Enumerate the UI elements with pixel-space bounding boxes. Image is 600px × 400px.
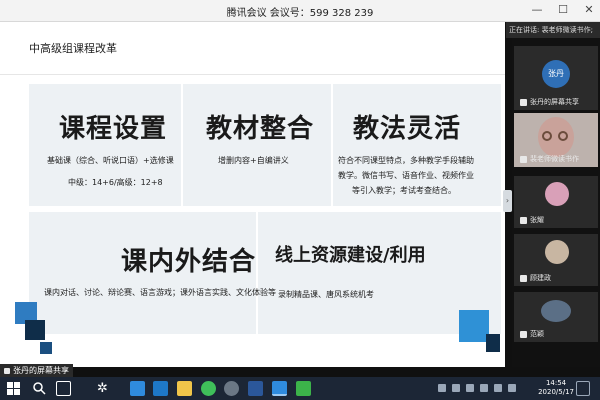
word-icon[interactable] <box>248 381 263 396</box>
participant-tile[interactable]: 张耀 <box>514 176 598 228</box>
tray-icon[interactable] <box>466 384 474 392</box>
decor-square <box>486 334 500 352</box>
participant-tile[interactable]: 顾建政 <box>514 234 598 286</box>
participant-name: 范颖 <box>520 329 544 339</box>
participant-tile[interactable]: 范颖 <box>514 292 598 342</box>
participant-name: 张耀 <box>520 215 544 225</box>
cell-text: 教学。微信书写、语音作业、视频作业 <box>338 171 474 180</box>
microphone-muted-icon <box>520 274 527 282</box>
taskbar: ✲ 14:54 2020/5/17 <box>0 377 600 400</box>
folder-icon[interactable] <box>177 381 192 396</box>
avatar <box>545 240 569 264</box>
participant-tile[interactable]: 裴老师微读书作 <box>514 113 598 167</box>
screen-share-label: 张丹的屏幕共享 <box>0 364 73 377</box>
clock-time: 14:54 <box>545 379 567 387</box>
cell-text: 录制精品课、唐风系统机考 <box>278 290 374 299</box>
window-controls: — ☐ ✕ <box>530 3 596 17</box>
cell-text: 符合不同课型特点，多种教学手段辅助 <box>338 156 474 165</box>
glasses-icon <box>558 131 568 141</box>
slide-title: 中高级组课程改革 <box>29 42 117 55</box>
cell-heading-online-resources: 线上资源建设/利用 <box>275 245 426 266</box>
avatar <box>545 182 569 206</box>
windows-start-icon[interactable] <box>6 381 21 396</box>
app-icon[interactable] <box>224 381 239 396</box>
avatar: 张丹 <box>542 60 570 88</box>
close-button[interactable]: ✕ <box>582 3 596 17</box>
cell-heading-course-setting: 课程设置 <box>59 114 168 144</box>
tray-icon[interactable] <box>438 384 446 392</box>
screen-share-icon <box>4 367 10 374</box>
window-title: 腾讯会议 会议号：599 328 239 <box>226 8 374 19</box>
cell-text: 基础课（综合、听说口语）+选修课 <box>47 156 174 165</box>
minimize-button[interactable]: — <box>530 3 544 17</box>
avatar <box>541 300 571 322</box>
panel-divider <box>331 84 333 206</box>
cell-heading-methods: 教法灵活 <box>353 114 462 144</box>
browser-icon[interactable] <box>201 381 216 396</box>
meeting-window: 腾讯会议 会议号：599 328 239 — ☐ ✕ 中高级组课程改革 课程设置… <box>0 0 600 377</box>
cell-heading-materials: 教材整合 <box>206 114 315 144</box>
tray-icon[interactable] <box>494 384 502 392</box>
glasses-icon <box>542 131 552 141</box>
taskbar-clock[interactable]: 14:54 2020/5/17 <box>538 379 574 397</box>
tray-icon[interactable] <box>480 384 488 392</box>
tencent-meeting-icon[interactable] <box>272 381 287 396</box>
decor-square <box>459 310 489 342</box>
shared-screen: 中高级组课程改革 课程设置 基础课（综合、听说口语）+选修课 中级：14+6/高… <box>0 22 505 367</box>
mail-icon[interactable] <box>130 381 145 396</box>
cell-text: 课内对话、讨论、辩论赛、语言游戏；课外语言实践、文化体验等 <box>44 288 276 297</box>
panel-divider <box>181 84 183 206</box>
microphone-muted-icon <box>520 216 527 224</box>
collapse-sidebar-button[interactable]: › <box>503 190 512 212</box>
search-icon[interactable] <box>32 381 47 396</box>
maximize-button[interactable]: ☐ <box>556 3 570 17</box>
cell-heading-in-out-class: 课内外结合 <box>121 247 257 277</box>
participant-name: 顾建政 <box>520 273 551 283</box>
cell-text: 增删内容+自编讲义 <box>218 156 289 165</box>
wechat-icon[interactable] <box>296 381 311 396</box>
task-view-icon[interactable] <box>56 381 71 396</box>
clock-date: 2020/5/17 <box>538 388 574 396</box>
title-bar: 腾讯会议 会议号：599 328 239 — ☐ ✕ <box>0 0 600 22</box>
notification-icon[interactable] <box>576 381 590 396</box>
microphone-icon <box>520 155 527 163</box>
slide-divider <box>0 74 505 75</box>
cell-text: 中级：14+6/高级：12+8 <box>68 178 163 187</box>
microphone-muted-icon <box>520 330 527 338</box>
screen-share-icon <box>520 98 527 106</box>
settings-icon[interactable]: ✲ <box>95 381 110 396</box>
decor-square <box>40 342 52 354</box>
panel-divider <box>256 212 258 334</box>
cell-text: 等引入教学；考试考查结合。 <box>352 186 456 195</box>
participant-name: 裴老师微读书作 <box>520 154 579 164</box>
participant-tile[interactable]: 张丹 张丹的屏幕共享 <box>514 46 598 110</box>
decor-square <box>25 320 45 340</box>
panel-divider <box>29 206 501 212</box>
speaking-indicator: 正在讲话: 裴老师微读书作; <box>506 22 600 38</box>
file-explorer-icon[interactable] <box>153 381 168 396</box>
tray-icon[interactable] <box>508 384 516 392</box>
slide-panel-bottom <box>29 212 501 334</box>
tray-icon[interactable] <box>452 384 460 392</box>
participant-name: 张丹的屏幕共享 <box>520 97 579 107</box>
